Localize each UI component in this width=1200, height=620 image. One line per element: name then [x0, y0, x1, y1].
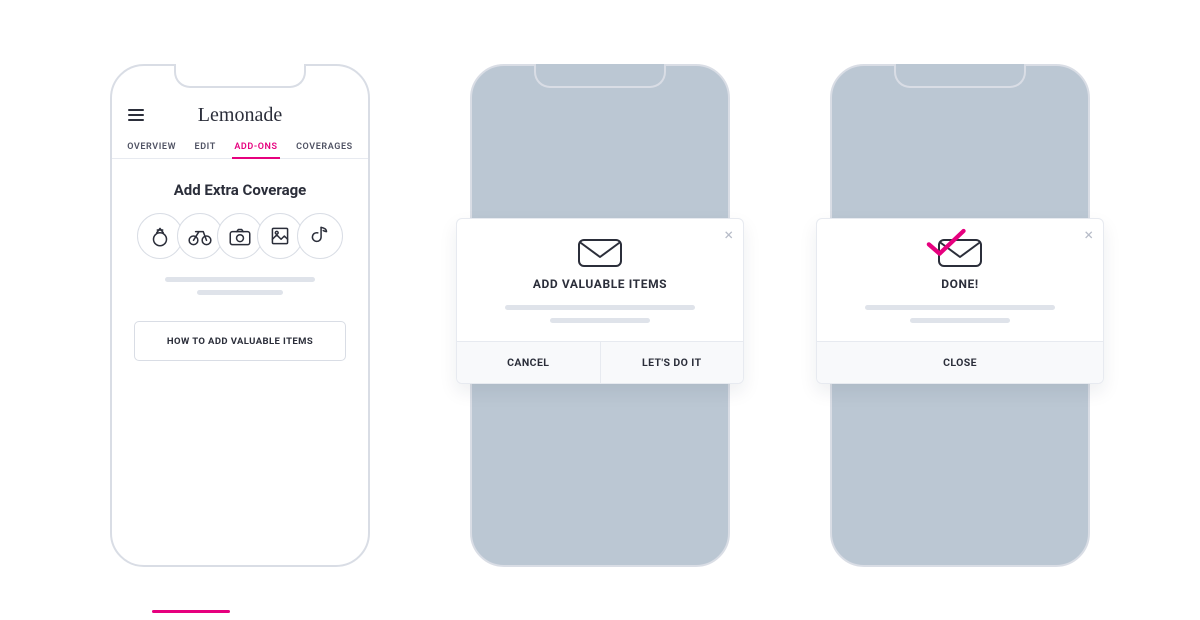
modal-add-valuable: × ADD VALUABLE ITEMS CANCEL LET'S DO IT	[456, 218, 744, 384]
placeholder-text	[112, 277, 368, 295]
modal-done: × DONE! CLOSE	[816, 218, 1104, 384]
phone-confirm-modal: × ADD VALUABLE ITEMS CANCEL LET'S DO IT	[470, 64, 730, 567]
phone-addons-screen: Lemonade OVERVIEW EDIT ADD-ONS COVERAGES…	[110, 64, 370, 567]
cancel-button[interactable]: CANCEL	[457, 342, 600, 383]
coverage-category-row	[112, 213, 368, 259]
tab-addons[interactable]: ADD-ONS	[232, 136, 279, 158]
tab-edit[interactable]: EDIT	[193, 136, 218, 158]
modal-title: ADD VALUABLE ITEMS	[457, 277, 743, 305]
phone-done-modal: × DONE! CLOSE	[830, 64, 1090, 567]
close-icon[interactable]: ×	[724, 227, 733, 243]
mail-icon	[457, 219, 743, 277]
instrument-icon[interactable]	[297, 213, 343, 259]
phone-notch	[894, 64, 1026, 88]
phone-notch	[534, 64, 666, 88]
modal-title: DONE!	[817, 277, 1103, 305]
tab-coverages[interactable]: COVERAGES	[294, 136, 355, 158]
menu-icon[interactable]	[128, 109, 144, 121]
placeholder-text	[817, 305, 1103, 323]
phone-notch	[174, 64, 306, 88]
close-button[interactable]: CLOSE	[817, 342, 1103, 383]
progress-indicator	[152, 610, 230, 613]
mail-check-icon	[817, 219, 1103, 277]
confirm-button[interactable]: LET'S DO IT	[600, 342, 744, 383]
tab-bar: OVERVIEW EDIT ADD-ONS COVERAGES	[112, 132, 368, 159]
page-title: Add Extra Coverage	[112, 181, 368, 199]
brand-logo: Lemonade	[144, 104, 336, 127]
how-to-add-button[interactable]: HOW TO ADD VALUABLE ITEMS	[134, 321, 346, 361]
tab-overview[interactable]: OVERVIEW	[125, 136, 178, 158]
placeholder-text	[457, 305, 743, 323]
